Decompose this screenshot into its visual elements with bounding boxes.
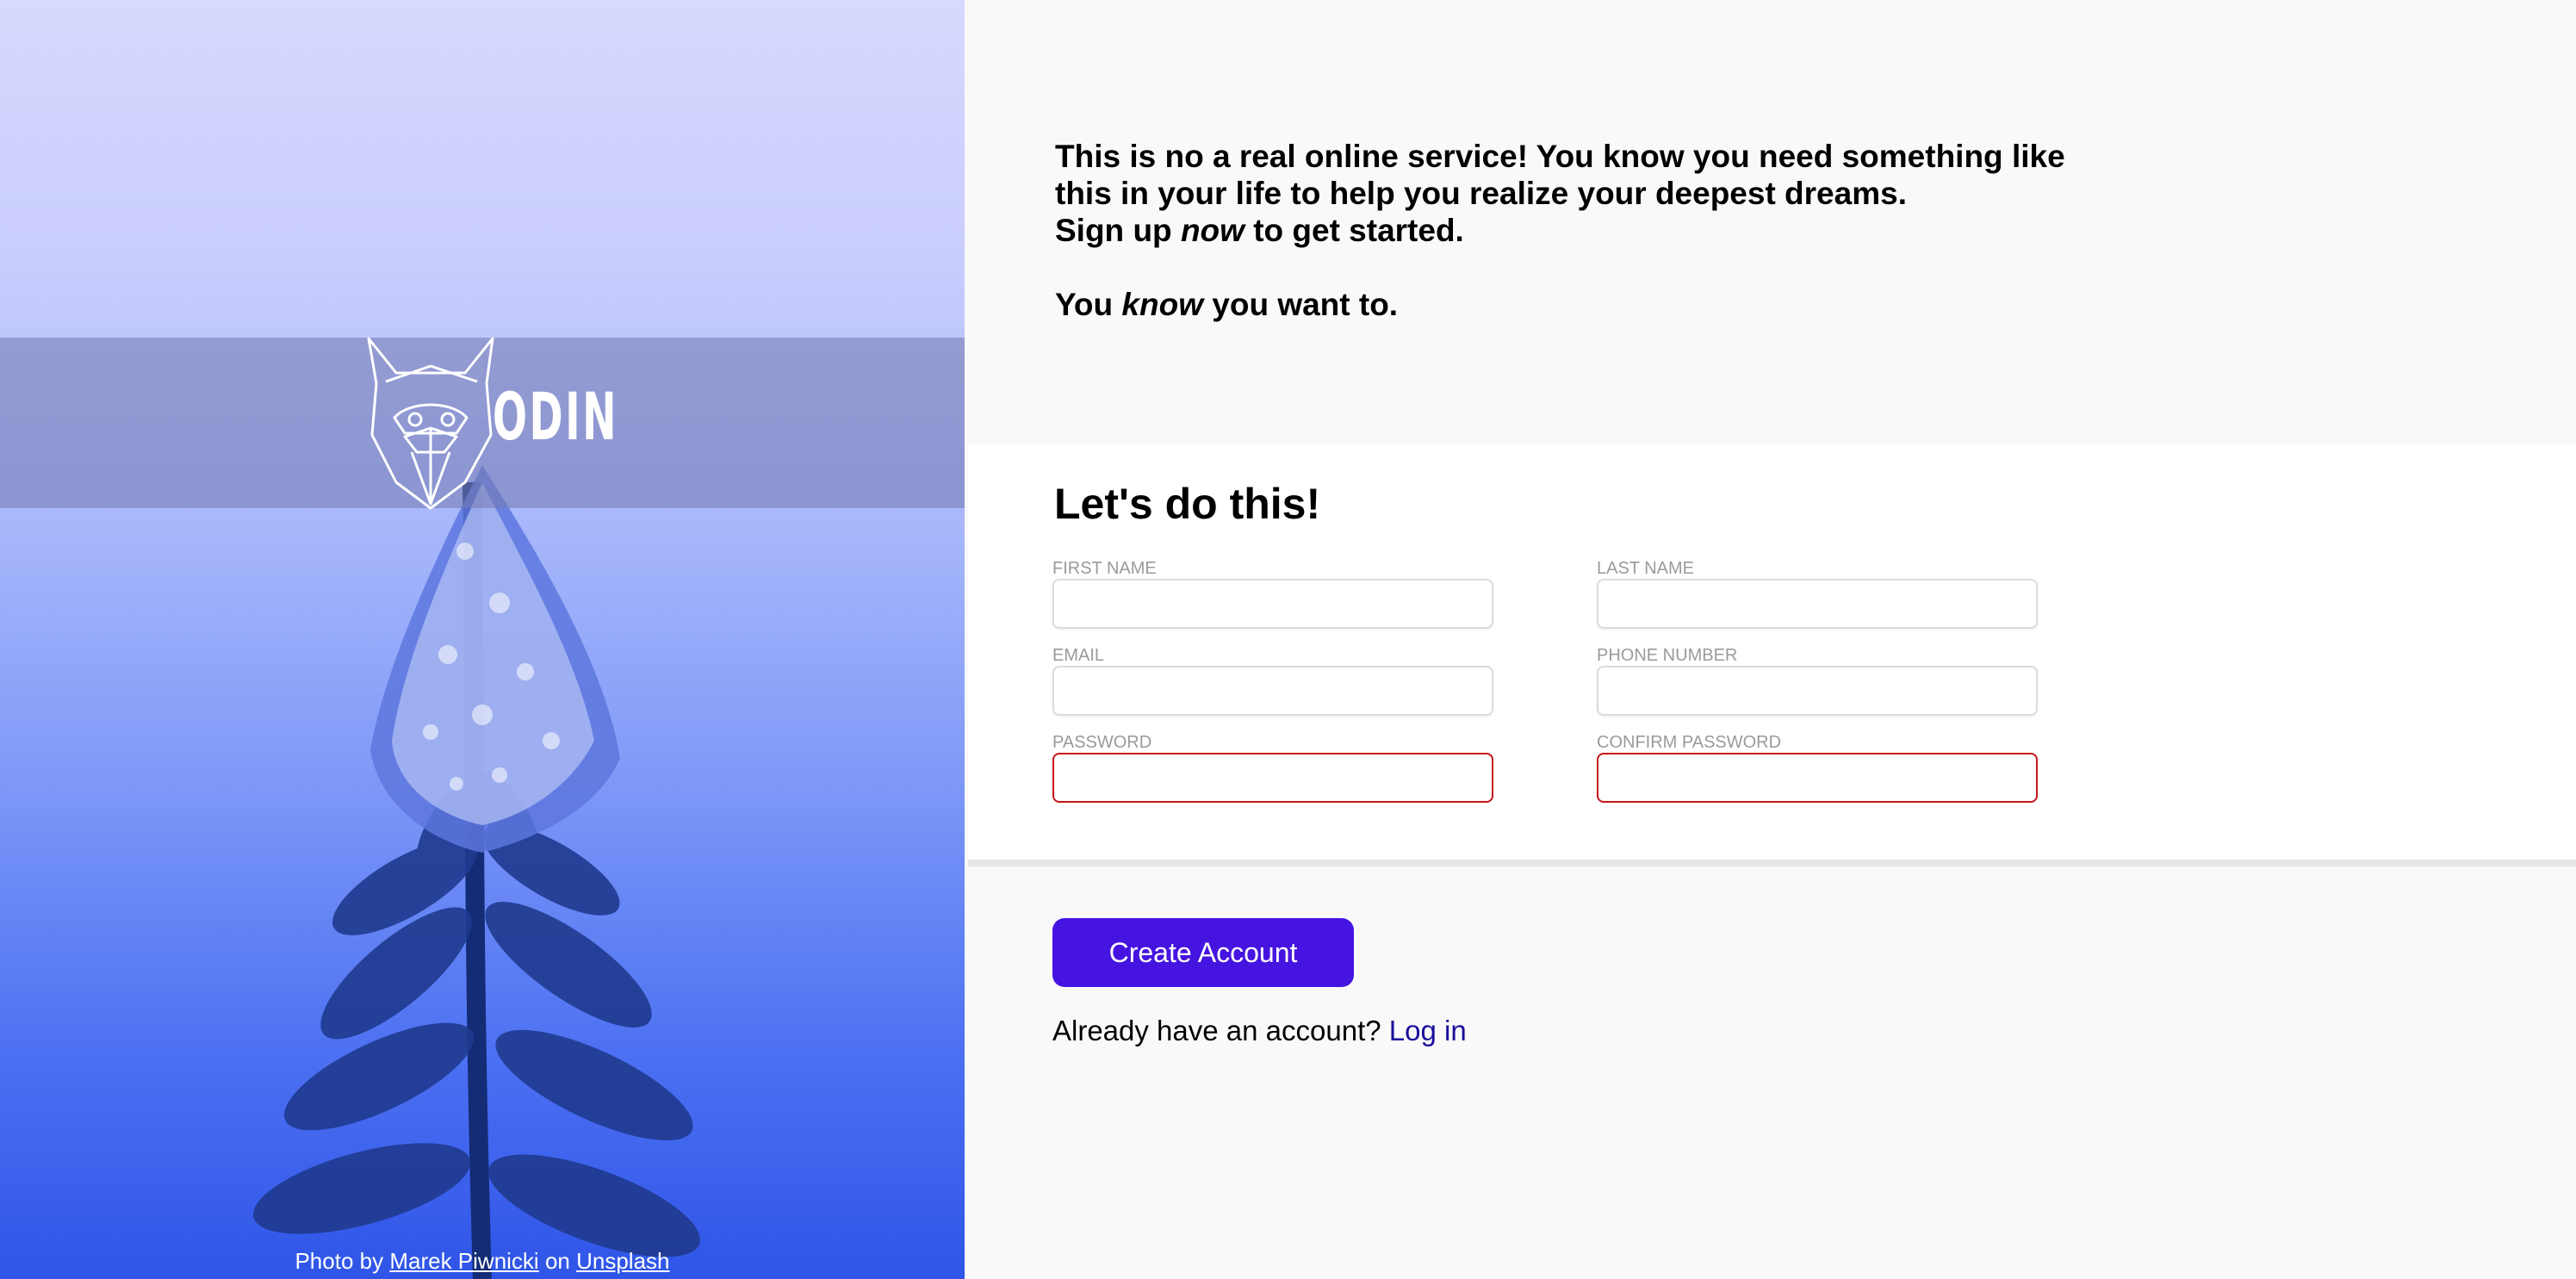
phone-group: PHONE NUMBER [1597, 647, 2038, 716]
photographer-link[interactable]: Marek Piwnicki [389, 1248, 538, 1274]
login-prompt-text: Already have an account? [1052, 1015, 1381, 1046]
email-group: EMAIL [1052, 647, 1493, 716]
last-name-label: LAST NAME [1597, 559, 1694, 578]
email-input[interactable] [1052, 666, 1493, 716]
first-name-group: FIRST NAME [1052, 560, 1493, 629]
password-group: PASSWORD [1052, 734, 1493, 803]
email-label: EMAIL [1052, 646, 1105, 665]
last-name-group: LAST NAME [1597, 560, 2038, 629]
login-prompt: Already have an account? Log in [1052, 1015, 1467, 1047]
first-name-label: FIRST NAME [1052, 559, 1157, 578]
confirm-password-label: CONFIRM PASSWORD [1597, 733, 1782, 752]
hero-image-panel: ODIN Photo by Marek Piwnicki on Unsplash [0, 0, 965, 1279]
intro-line-3: Sign up now to get started. [1055, 213, 1464, 248]
viking-head-icon [367, 337, 494, 510]
confirm-password-input[interactable] [1597, 753, 2038, 803]
credit-middle: on [544, 1248, 570, 1274]
intro-line-2: this in your life to help you realize yo… [1055, 176, 1907, 211]
password-input[interactable] [1052, 753, 1493, 803]
phone-label: PHONE NUMBER [1597, 646, 1738, 665]
first-name-input[interactable] [1052, 579, 1493, 629]
intro-text: This is no a real online service! You kn… [1055, 138, 2175, 323]
brand-logo-text: ODIN [493, 378, 619, 455]
unsplash-link[interactable]: Unsplash [576, 1248, 669, 1274]
login-link[interactable]: Log in [1389, 1015, 1467, 1046]
intro-line-1: This is no a real online service! You kn… [1055, 139, 2065, 174]
signup-form: Let's do this! FIRST NAME LAST NAME EMAI… [968, 444, 2576, 866]
password-label: PASSWORD [1052, 733, 1152, 752]
photo-credit: Photo by Marek Piwnicki on Unsplash [0, 1250, 965, 1272]
intro-line-4: You know you want to. [1055, 287, 1399, 322]
flower-photo [252, 465, 701, 1279]
credit-prefix: Photo by [295, 1248, 384, 1274]
last-name-input[interactable] [1597, 579, 2038, 629]
form-title: Let's do this! [1054, 480, 1321, 528]
signup-panel: This is no a real online service! You kn… [965, 0, 2576, 1279]
create-account-button[interactable]: Create Account [1052, 918, 1354, 987]
confirm-password-group: CONFIRM PASSWORD [1597, 734, 2038, 803]
phone-input[interactable] [1597, 666, 2038, 716]
